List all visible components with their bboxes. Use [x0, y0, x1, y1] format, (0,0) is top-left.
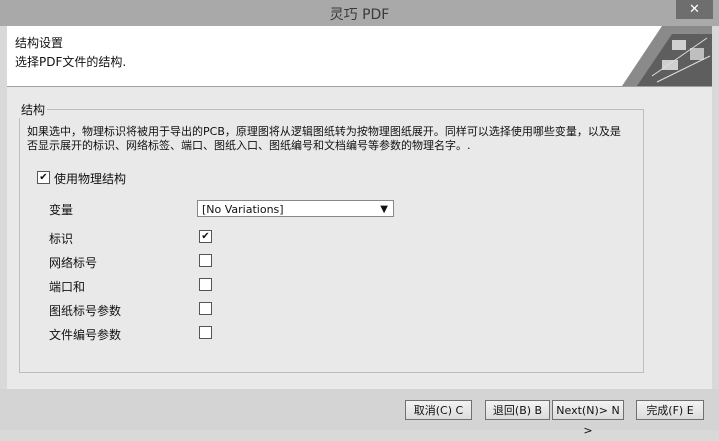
option-label-designator: 标识 — [49, 232, 74, 246]
page-subtitle: 选择PDF文件的结构. — [15, 55, 127, 69]
header-circuit-image — [602, 26, 712, 86]
variable-label: 变量 — [49, 203, 74, 217]
back-button[interactable]: 退回(B) B — [485, 400, 550, 420]
document-number-checkbox[interactable] — [199, 326, 212, 339]
title-bar: 灵巧 PDF ✕ — [0, 0, 719, 26]
button-bar: 取消(C) C 退回(B) B Next(N)> N > 完成(F) E — [0, 389, 719, 437]
use-physical-checkbox[interactable]: ✔ — [37, 171, 50, 184]
option-label-net-labels: 网络标号 — [49, 256, 98, 270]
cancel-button[interactable]: 取消(C) C — [405, 400, 472, 420]
check-icon: ✔ — [201, 231, 210, 242]
next-button[interactable]: Next(N)> N > — [552, 400, 624, 437]
designator-checkbox[interactable]: ✔ — [199, 230, 212, 243]
chevron-down-icon: ▼ — [380, 204, 388, 215]
finish-button[interactable]: 完成(F) E — [636, 400, 704, 420]
group-label: 结构 — [19, 101, 48, 118]
sheet-number-checkbox[interactable] — [199, 302, 212, 315]
group-description: 如果选中，物理标识将被用于导出的PCB，原理图将从逻辑图纸转为按物理图纸展开。同… — [27, 125, 621, 152]
check-icon: ✔ — [39, 172, 48, 183]
close-icon: ✕ — [689, 2, 700, 17]
option-label-sheet-number: 图纸标号参数 — [49, 304, 122, 318]
wizard-content: 结构 如果选中，物理标识将被用于导出的PCB，原理图将从逻辑图纸转为按物理图纸展… — [7, 86, 712, 390]
option-label-document-number: 文件编号参数 — [49, 328, 122, 342]
option-label-ports: 端口和 — [49, 280, 86, 294]
close-button[interactable]: ✕ — [676, 0, 713, 19]
variation-selected-value: [No Variations] — [202, 203, 284, 216]
ports-checkbox[interactable] — [199, 278, 212, 291]
use-physical-label: 使用物理结构 — [54, 172, 127, 186]
wizard-header: 结构设置 选择PDF文件的结构. — [7, 26, 712, 86]
net-labels-checkbox[interactable] — [199, 254, 212, 267]
window-title: 灵巧 PDF — [329, 7, 390, 23]
variation-select[interactable]: [No Variations] ▼ — [197, 200, 394, 217]
page-title: 结构设置 — [15, 36, 64, 50]
